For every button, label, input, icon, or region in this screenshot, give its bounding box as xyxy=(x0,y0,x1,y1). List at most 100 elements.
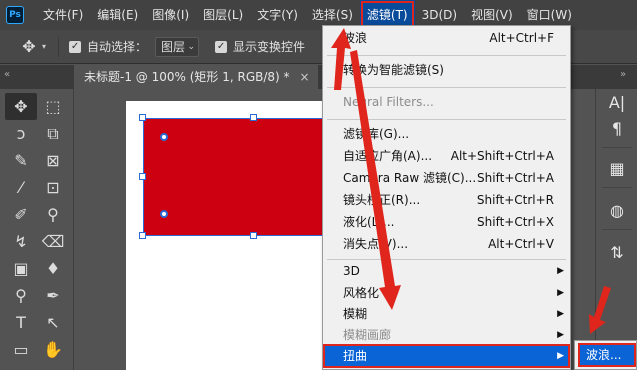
auto-select-target-dropdown[interactable]: 图层 ⌄ xyxy=(155,36,200,57)
corner-anchor-icon[interactable] xyxy=(160,210,168,218)
menu-item-label: Camera Raw 滤镜(C)... xyxy=(343,171,477,185)
menu-item-label: 模糊 xyxy=(343,307,368,321)
menu-item-blur[interactable]: 模糊 ▶ xyxy=(323,303,570,325)
menu-divider xyxy=(327,119,566,120)
menu-item-label: 自适应广角(A)... xyxy=(343,149,433,163)
menu-item-label: 3D xyxy=(343,264,360,278)
menu-item-neural-filters: Neural Filters... xyxy=(343,95,434,109)
menu-divider xyxy=(327,87,566,88)
paragraph-panel-icon[interactable]: ¶ xyxy=(596,115,637,141)
history-panel-icon[interactable]: ⇅ xyxy=(596,239,637,265)
menu-item-last-filter-wave[interactable]: 波浪 Alt+Ctrl+F xyxy=(323,27,570,49)
character-panel-icon[interactable]: A| xyxy=(596,89,637,115)
menu-item-shortcut: Alt+Shift+Ctrl+A xyxy=(450,149,554,163)
menu-type[interactable]: 文字(Y) xyxy=(250,0,305,30)
panel-divider xyxy=(602,229,632,230)
auto-select-target-value: 图层 xyxy=(161,39,186,54)
menu-item-lens-correction[interactable]: 镜头校正(R)... Shift+Ctrl+R xyxy=(323,189,570,211)
submenu-item-wave[interactable]: 波浪... xyxy=(578,343,636,367)
menu-item-adaptive-wide-angle[interactable]: 自适应广角(A)... Alt+Shift+Ctrl+A xyxy=(323,145,570,167)
brush-tool-icon[interactable]: ✐ xyxy=(5,201,37,228)
menu-item-camera-raw[interactable]: Camera Raw 滤镜(C)... Shift+Ctrl+A xyxy=(323,167,570,189)
tool-preset-caret-icon[interactable]: ▾ xyxy=(42,42,46,51)
path-select-icon[interactable]: ↖ xyxy=(37,309,69,336)
collapse-left-panel-icon[interactable]: « xyxy=(4,69,10,80)
menu-item-shortcut: Shift+Ctrl+R xyxy=(476,193,554,207)
quick-select-brush-icon[interactable]: ✎ xyxy=(5,147,37,174)
show-transform-checkbox[interactable]: ✓ xyxy=(215,40,228,53)
content-aware-frame-icon[interactable]: ⊡ xyxy=(37,174,69,201)
submenu-arrow-icon: ▶ xyxy=(557,351,564,361)
transform-handle[interactable] xyxy=(250,114,257,121)
menu-item-distort[interactable]: 扭曲 ▶ xyxy=(323,344,570,368)
options-divider xyxy=(58,36,60,57)
red-rectangle-shape[interactable] xyxy=(143,118,325,236)
menu-item-shortcut: Shift+Ctrl+A xyxy=(477,171,554,185)
menu-edit[interactable]: 编辑(E) xyxy=(90,0,145,30)
gradient-tool-icon[interactable]: ▣ xyxy=(5,255,37,282)
menu-item-stylize[interactable]: 风格化 ▶ xyxy=(323,282,570,304)
close-icon[interactable]: × xyxy=(300,70,310,84)
move-tool-icon[interactable]: ✥ xyxy=(18,36,40,58)
marquee-tool-icon[interactable]: ⬚ xyxy=(37,93,69,120)
filter-menu-dropdown: 波浪 Alt+Ctrl+F 转换为智能滤镜(S) Neural Filters.… xyxy=(322,25,571,370)
menu-item-label: 消失点(V)... xyxy=(343,237,409,251)
menu-file[interactable]: 文件(F) xyxy=(36,0,90,30)
photoshop-logo: Ps xyxy=(6,6,24,24)
rectangle-tool-icon[interactable]: ▭ xyxy=(5,336,37,363)
show-transform-label: 显示变换控件 xyxy=(233,40,306,54)
right-icon-panel: A| ¶ ▦ ◍ ⇅ xyxy=(595,89,637,370)
grid-panel-icon[interactable]: ▦ xyxy=(596,155,637,181)
menu-item-filter-gallery[interactable]: 滤镜库(G)... xyxy=(323,123,570,145)
menu-item-label: 镜头校正(R)... xyxy=(343,193,421,207)
menu-image[interactable]: 图像(I) xyxy=(145,0,196,30)
menu-item-3d[interactable]: 3D ▶ xyxy=(323,260,570,282)
eraser-tool-icon[interactable]: ⌫ xyxy=(37,228,69,255)
menu-item-label: 扭曲 xyxy=(343,349,368,363)
submenu-arrow-icon: ▶ xyxy=(557,266,564,276)
blur-drop-icon[interactable]: ♦ xyxy=(37,255,69,282)
auto-select-checkbox[interactable]: ✓ xyxy=(69,40,82,53)
menu-item-shortcut: Shift+Ctrl+X xyxy=(477,215,554,229)
menu-layer[interactable]: 图层(L) xyxy=(196,0,250,30)
lasso-tool-icon[interactable]: ↄ xyxy=(5,120,37,147)
photoshop-window: Ps 文件(F) 编辑(E) 图像(I) 图层(L) 文字(Y) 选择(S) 滤… xyxy=(0,0,637,370)
menu-item-blur-gallery: 模糊画廊 ▶ xyxy=(323,324,570,346)
tools-panel: ✥ ⬚ ↄ ⧉ ✎ ⊠ ⁄ ⊡ ✐ ⚲ ↯ ⌫ ▣ ♦ ⚲ ✒ T ↖ ▭ ✋ xyxy=(0,89,74,370)
menu-item-convert-smart-filter[interactable]: 转换为智能滤镜(S) xyxy=(323,59,570,81)
submenu-arrow-icon: ▶ xyxy=(557,330,564,340)
transform-handle[interactable] xyxy=(139,114,146,121)
submenu-arrow-icon: ▶ xyxy=(557,309,564,319)
type-tool-icon[interactable]: T xyxy=(5,309,37,336)
auto-select-label: 自动选择： xyxy=(87,40,148,54)
document-tab-title: 未标题-1 @ 100% (矩形 1, RGB/8) * xyxy=(84,70,290,84)
menu-item-label: 风格化 xyxy=(343,286,380,300)
eyedropper-tool-icon[interactable]: ⁄ xyxy=(5,174,37,201)
menu-item-label: 波浪 xyxy=(343,31,368,45)
submenu-arrow-icon: ▶ xyxy=(557,288,564,298)
panel-divider xyxy=(602,147,632,148)
stamp-tool-icon[interactable]: ⚲ xyxy=(37,201,69,228)
crop-frame-icon[interactable]: ⊠ xyxy=(37,147,69,174)
dodge-tool-icon[interactable]: ⚲ xyxy=(5,282,37,309)
menu-item-shortcut: Alt+Ctrl+V xyxy=(488,237,554,251)
transform-handle[interactable] xyxy=(139,232,146,239)
menu-divider xyxy=(327,55,566,56)
menu-item-vanishing-point[interactable]: 消失点(V)... Alt+Ctrl+V xyxy=(323,233,570,255)
pen-tool-icon[interactable]: ✒ xyxy=(37,282,69,309)
transform-handle[interactable] xyxy=(139,173,146,180)
history-brush-icon[interactable]: ↯ xyxy=(5,228,37,255)
corner-anchor-icon[interactable] xyxy=(160,133,168,141)
document-tab[interactable]: 未标题-1 @ 100% (矩形 1, RGB/8) * × xyxy=(74,65,318,89)
distort-submenu: 波浪... xyxy=(574,340,637,370)
menu-item-label: 模糊画廊 xyxy=(343,328,392,342)
swatches-palette-icon[interactable]: ◍ xyxy=(596,197,637,223)
transform-handle[interactable] xyxy=(250,232,257,239)
move-tool-icon[interactable]: ✥ xyxy=(5,93,37,120)
object-select-tool-icon[interactable]: ⧉ xyxy=(37,120,69,147)
menu-item-shortcut: Alt+Ctrl+F xyxy=(489,31,554,45)
collapse-right-panel-icon[interactable]: » xyxy=(620,69,626,80)
hand-tool-icon[interactable]: ✋ xyxy=(37,336,69,363)
menu-item-liquify[interactable]: 液化(L)... Shift+Ctrl+X xyxy=(323,211,570,233)
panel-divider xyxy=(602,187,632,188)
